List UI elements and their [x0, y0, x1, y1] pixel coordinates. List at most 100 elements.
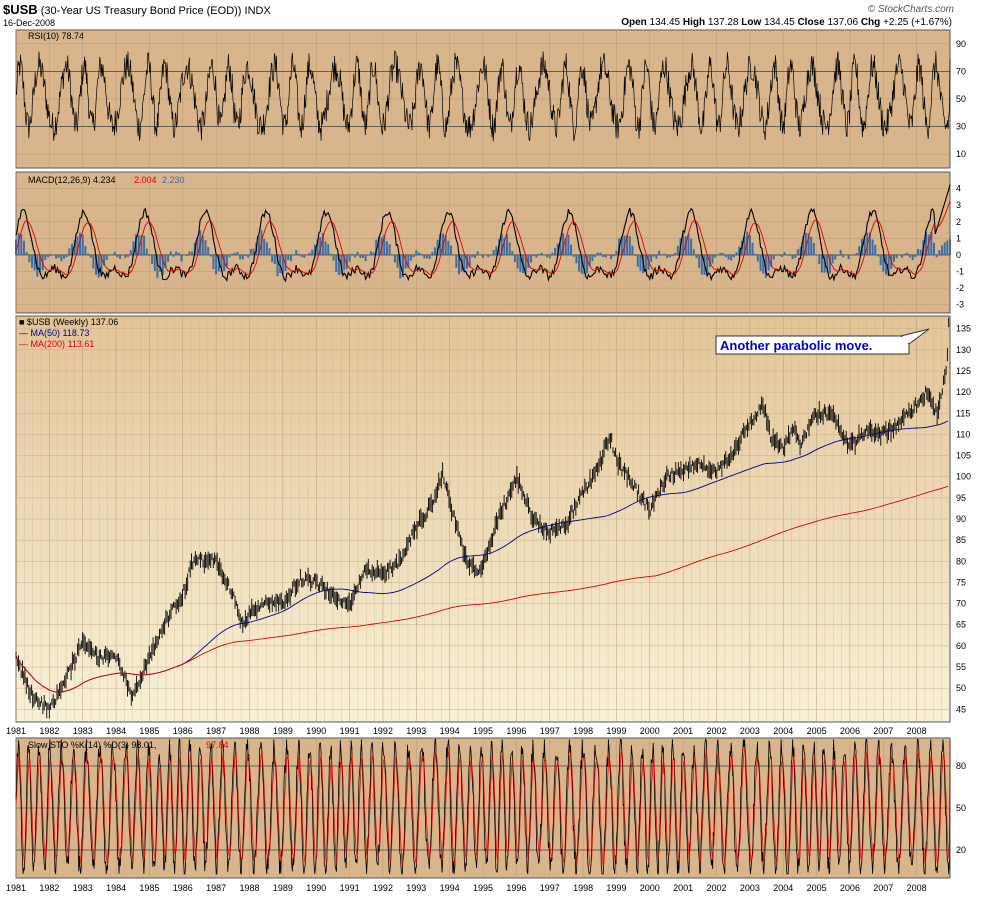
year-label: 2005	[807, 726, 827, 736]
year-label: 1991	[340, 726, 360, 736]
year-label: 2007	[873, 726, 893, 736]
price-tick-label: 55	[956, 662, 966, 672]
macd-tick-label: 0	[956, 250, 961, 260]
year-label: 2004	[773, 726, 793, 736]
year-label-bottom: 1997	[540, 883, 560, 893]
price-tick-label: 85	[956, 535, 966, 545]
year-label-bottom: 1996	[506, 883, 526, 893]
year-label-bottom: 2005	[807, 883, 827, 893]
year-label: 1981	[6, 726, 26, 736]
price-legend-label: ■ $USB (Weekly) 137.06	[19, 317, 118, 327]
year-label: 1985	[139, 726, 159, 736]
year-label-bottom: 2004	[773, 883, 793, 893]
year-label: 2001	[673, 726, 693, 736]
year-label: 2000	[640, 726, 660, 736]
price-tick-label: 65	[956, 620, 966, 630]
year-label-bottom: 1991	[340, 883, 360, 893]
price-tick-label: 60	[956, 641, 966, 651]
year-label: 1983	[73, 726, 93, 736]
year-label: 1986	[173, 726, 193, 736]
chart-canvas: 10 30 50 70 90 RSI(10) 78.74 -3 -2 -1 0 1 2 3 4 MACD(1…	[6, 29, 971, 893]
year-label: 2006	[840, 726, 860, 736]
year-label: 1993	[406, 726, 426, 736]
year-label-bottom: 1998	[573, 883, 593, 893]
year-label: 2003	[740, 726, 760, 736]
rsi-tick-label: 50	[956, 94, 966, 104]
annotation-text: Another parabolic move.	[720, 338, 872, 353]
year-label-bottom: 2008	[907, 883, 927, 893]
year-label: 1994	[440, 726, 460, 736]
year-label-bottom: 1984	[106, 883, 126, 893]
year-label: 1995	[473, 726, 493, 736]
sto-tick-label: 80	[956, 761, 966, 771]
year-label-bottom: 1988	[240, 883, 260, 893]
year-label: 1989	[273, 726, 293, 736]
price-tick-label: 100	[956, 472, 971, 482]
macd-tick-label: -2	[956, 283, 964, 293]
price-tick-label: 45	[956, 704, 966, 714]
price-tick-label: 90	[956, 514, 966, 524]
year-label-bottom: 1982	[39, 883, 59, 893]
price-tick-label: 70	[956, 599, 966, 609]
year-label-bottom: 2006	[840, 883, 860, 893]
year-label: 1998	[573, 726, 593, 736]
ma200-legend: — MA(200) 113.61	[19, 339, 94, 349]
year-label-bottom: 1992	[373, 883, 393, 893]
year-label: 1996	[506, 726, 526, 736]
price-tick-label: 95	[956, 493, 966, 503]
year-label-bottom: 2001	[673, 883, 693, 893]
rsi-legend: RSI(10) 78.74	[28, 31, 84, 41]
price-tick-label: 110	[956, 429, 970, 439]
price-tick-label: 50	[956, 683, 966, 693]
rsi-tick-label: 30	[956, 122, 966, 132]
year-label-bottom: 1990	[306, 883, 326, 893]
year-label-bottom: 1985	[139, 883, 159, 893]
year-label: 1988	[240, 726, 260, 736]
macd-tick-label: -3	[956, 300, 964, 310]
price-tick-label: 130	[956, 345, 971, 355]
macd-tick-label: 3	[956, 200, 961, 210]
year-label-bottom: 1987	[206, 883, 226, 893]
macd-tick-label: 4	[956, 184, 961, 194]
rsi-tick-label: 90	[956, 39, 966, 49]
year-label: 1982	[39, 726, 59, 736]
sto-legend-label: Slow STO %K(14) %D(3) 98.01,	[28, 740, 156, 750]
year-label: 1987	[206, 726, 226, 736]
price-tick-label: 120	[956, 387, 971, 397]
macd-tick-label: 1	[956, 233, 961, 243]
year-label: 2008	[907, 726, 927, 736]
year-label: 1984	[106, 726, 126, 736]
price-tick-label: 115	[956, 408, 970, 418]
year-label-bottom: 1981	[6, 883, 26, 893]
ma50-legend: — MA(50) 118.73	[19, 328, 89, 338]
price-tick-label: 125	[956, 366, 971, 376]
year-label-bottom: 2007	[873, 883, 893, 893]
price-tick-label: 80	[956, 556, 966, 566]
price-tick-label: 105	[956, 451, 971, 461]
year-label-bottom: 1986	[173, 883, 193, 893]
year-label: 1997	[540, 726, 560, 736]
rsi-tick-label: 70	[956, 66, 966, 76]
year-label-bottom: 1994	[440, 883, 460, 893]
macd-hist-value: 2.230	[162, 175, 185, 185]
macd-legend: MACD(12,26,9) 4.234 2.004 2.230	[28, 175, 185, 185]
sto-tick-label: 20	[956, 845, 966, 855]
rsi-tick-label: 10	[956, 149, 966, 159]
year-label-bottom: 1995	[473, 883, 493, 893]
price-tick-label: 75	[956, 577, 966, 587]
year-label-bottom: 1983	[73, 883, 93, 893]
year-label: 2002	[707, 726, 727, 736]
year-label-bottom: 1993	[406, 883, 426, 893]
year-label: 1992	[373, 726, 393, 736]
macd-signal-value: 2.004	[134, 175, 157, 185]
year-label: 1999	[606, 726, 626, 736]
year-label-bottom: 2002	[707, 883, 727, 893]
sto-d-value: 97.84	[206, 740, 229, 750]
price-tick-label: 135	[956, 324, 971, 334]
year-label: 1990	[306, 726, 326, 736]
year-label-bottom: 1999	[606, 883, 626, 893]
year-label-bottom: 2003	[740, 883, 760, 893]
year-label-bottom: 1989	[273, 883, 293, 893]
year-label-bottom: 2000	[640, 883, 660, 893]
macd-tick-label: 2	[956, 217, 961, 227]
